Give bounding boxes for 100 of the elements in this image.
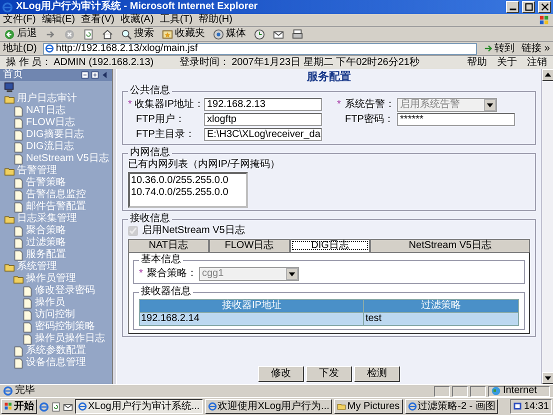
browser-icon <box>78 402 87 411</box>
document-icon[interactable] <box>51 402 61 412</box>
expand-icon[interactable] <box>91 71 99 79</box>
refresh-button[interactable] <box>82 28 95 40</box>
home-button[interactable] <box>101 28 114 40</box>
go-button[interactable]: 转到 <box>482 42 516 54</box>
search-button[interactable]: 搜索 <box>120 28 155 40</box>
input-field[interactable]: 192.168.2.13 <box>204 98 322 111</box>
field-label: 聚合策略： <box>147 268 197 280</box>
page-icon <box>13 202 24 212</box>
section-legend: 接收器信息 <box>139 286 193 298</box>
table-cell: test <box>364 312 518 326</box>
header-link[interactable]: 帮助 <box>467 56 487 68</box>
page-icon <box>13 130 24 140</box>
hide-sidebar-icon[interactable] <box>101 71 109 79</box>
table-header-cell: 过滤策略 <box>364 300 518 312</box>
menu-item[interactable]: 帮助(H) <box>198 14 232 26</box>
action-button[interactable]: 修改 <box>258 366 304 382</box>
clock: 14:31 <box>524 400 549 412</box>
taskbar-button[interactable]: 过滤策略-2 - 画图 <box>404 399 498 414</box>
media-button[interactable]: 媒体 <box>212 28 247 40</box>
page-icon <box>22 298 33 308</box>
page-icon <box>13 190 24 200</box>
folder-icon <box>4 166 15 176</box>
down-arrow-icon <box>544 374 552 382</box>
arrow-icon <box>484 44 493 53</box>
intranet-list[interactable]: 10.36.0.0/255.255.0.0 10.74.0.0/255.255.0.0 <box>128 172 248 208</box>
page-icon <box>13 142 24 152</box>
scroll-down-button[interactable] <box>542 372 553 384</box>
input-field[interactable]: xlogftp <box>204 113 322 126</box>
folder-icon <box>13 274 24 284</box>
tab[interactable]: NAT日志 <box>128 239 209 252</box>
operator-label: 操 作 员： <box>6 56 52 68</box>
page-title: 服务配置 <box>307 70 351 84</box>
input-field[interactable]: E:\H3C\XLog\receiver_da <box>204 128 322 141</box>
links-button[interactable]: 链接 » <box>522 42 550 54</box>
list-item[interactable]: 10.74.0.0/255.255.0.0 <box>131 187 245 199</box>
taskbar-button[interactable]: 欢迎使用XLog用户行为... <box>204 399 332 414</box>
start-button[interactable]: 开始 <box>1 399 37 414</box>
browser-icon <box>408 402 417 411</box>
list-item[interactable]: 10.36.0.0/255.255.0.0 <box>131 175 245 187</box>
field-label: FTP密码： <box>345 114 394 126</box>
collapse-icon[interactable] <box>81 71 89 79</box>
taskbar-button[interactable]: My Pictures <box>334 399 403 414</box>
page-icon <box>13 238 24 248</box>
browser-icon[interactable] <box>39 402 49 412</box>
window-title: XLog用户行为审计系统 - Microsoft Internet Explorer <box>16 1 259 13</box>
envelope-icon <box>273 28 284 40</box>
page-icon <box>13 250 24 260</box>
forward-button[interactable] <box>44 28 57 40</box>
address-field[interactable]: http://192.168.2.13/xlog/main.jsf <box>42 42 477 54</box>
required-mark: * <box>139 268 144 280</box>
print-button[interactable] <box>291 28 304 40</box>
field-label: FTP主目录： <box>136 128 195 140</box>
page-icon <box>22 322 33 332</box>
tab[interactable]: FLOW日志 <box>208 239 290 252</box>
caret-icon <box>486 100 494 108</box>
menu-item[interactable]: 工具(T) <box>160 14 193 26</box>
home-icon <box>102 28 113 40</box>
section-legend: 基本信息 <box>139 254 183 266</box>
mail-button[interactable] <box>272 28 285 40</box>
header-link[interactable]: 关于 <box>497 56 517 68</box>
sidebar-title: 首页 <box>3 69 24 81</box>
table-header-cell: 接收器IP地址 <box>140 300 364 312</box>
printer-icon <box>292 28 303 40</box>
action-button[interactable]: 下发 <box>306 366 352 382</box>
checkbox-label: 启用NetStream V5日志 <box>142 225 245 237</box>
maximize-button[interactable] <box>522 1 535 13</box>
menu-item[interactable]: 收藏(A) <box>120 14 154 26</box>
table-cell: 192.168.2.14 <box>140 312 364 326</box>
menu-item[interactable]: 编辑(E) <box>42 14 76 26</box>
back-arrow-icon <box>4 28 15 40</box>
taskbar-button[interactable]: XLog用户行为审计系统... <box>75 399 203 414</box>
page-icon <box>22 334 33 344</box>
input-field[interactable]: ****** <box>397 113 516 126</box>
page-icon <box>13 226 24 236</box>
field-label: FTP用户： <box>136 114 185 126</box>
maximize-icon <box>524 3 532 11</box>
history-button[interactable] <box>253 28 266 40</box>
tray-icon <box>512 402 522 411</box>
minimize-button[interactable] <box>506 1 519 13</box>
scroll-up-button[interactable] <box>542 69 553 81</box>
star-folder-icon <box>162 28 173 40</box>
page-icon <box>13 106 24 116</box>
browser-icon <box>2 2 13 12</box>
clock-icon <box>254 28 265 40</box>
field-label: 收集器IP地址： <box>134 98 204 110</box>
menu-item[interactable]: 文件(F) <box>3 14 36 26</box>
action-button[interactable]: 检测 <box>354 366 400 382</box>
login-time: 2007年1月23日 星期二 下午02时26分21秒 <box>232 56 420 68</box>
header-link[interactable]: 注销 <box>527 56 547 68</box>
menu-item[interactable]: 查看(V) <box>81 14 114 26</box>
favorites-button[interactable]: 收藏夹 <box>161 28 206 40</box>
envelope-icon[interactable] <box>63 402 73 412</box>
back-button[interactable]: 后退 <box>3 28 38 40</box>
required-mark: * <box>337 98 342 110</box>
field-label: 系统告警： <box>345 98 396 110</box>
tab[interactable]: NetStream V5日志 <box>370 239 530 252</box>
close-button[interactable] <box>538 1 551 13</box>
folder-icon <box>337 402 346 411</box>
